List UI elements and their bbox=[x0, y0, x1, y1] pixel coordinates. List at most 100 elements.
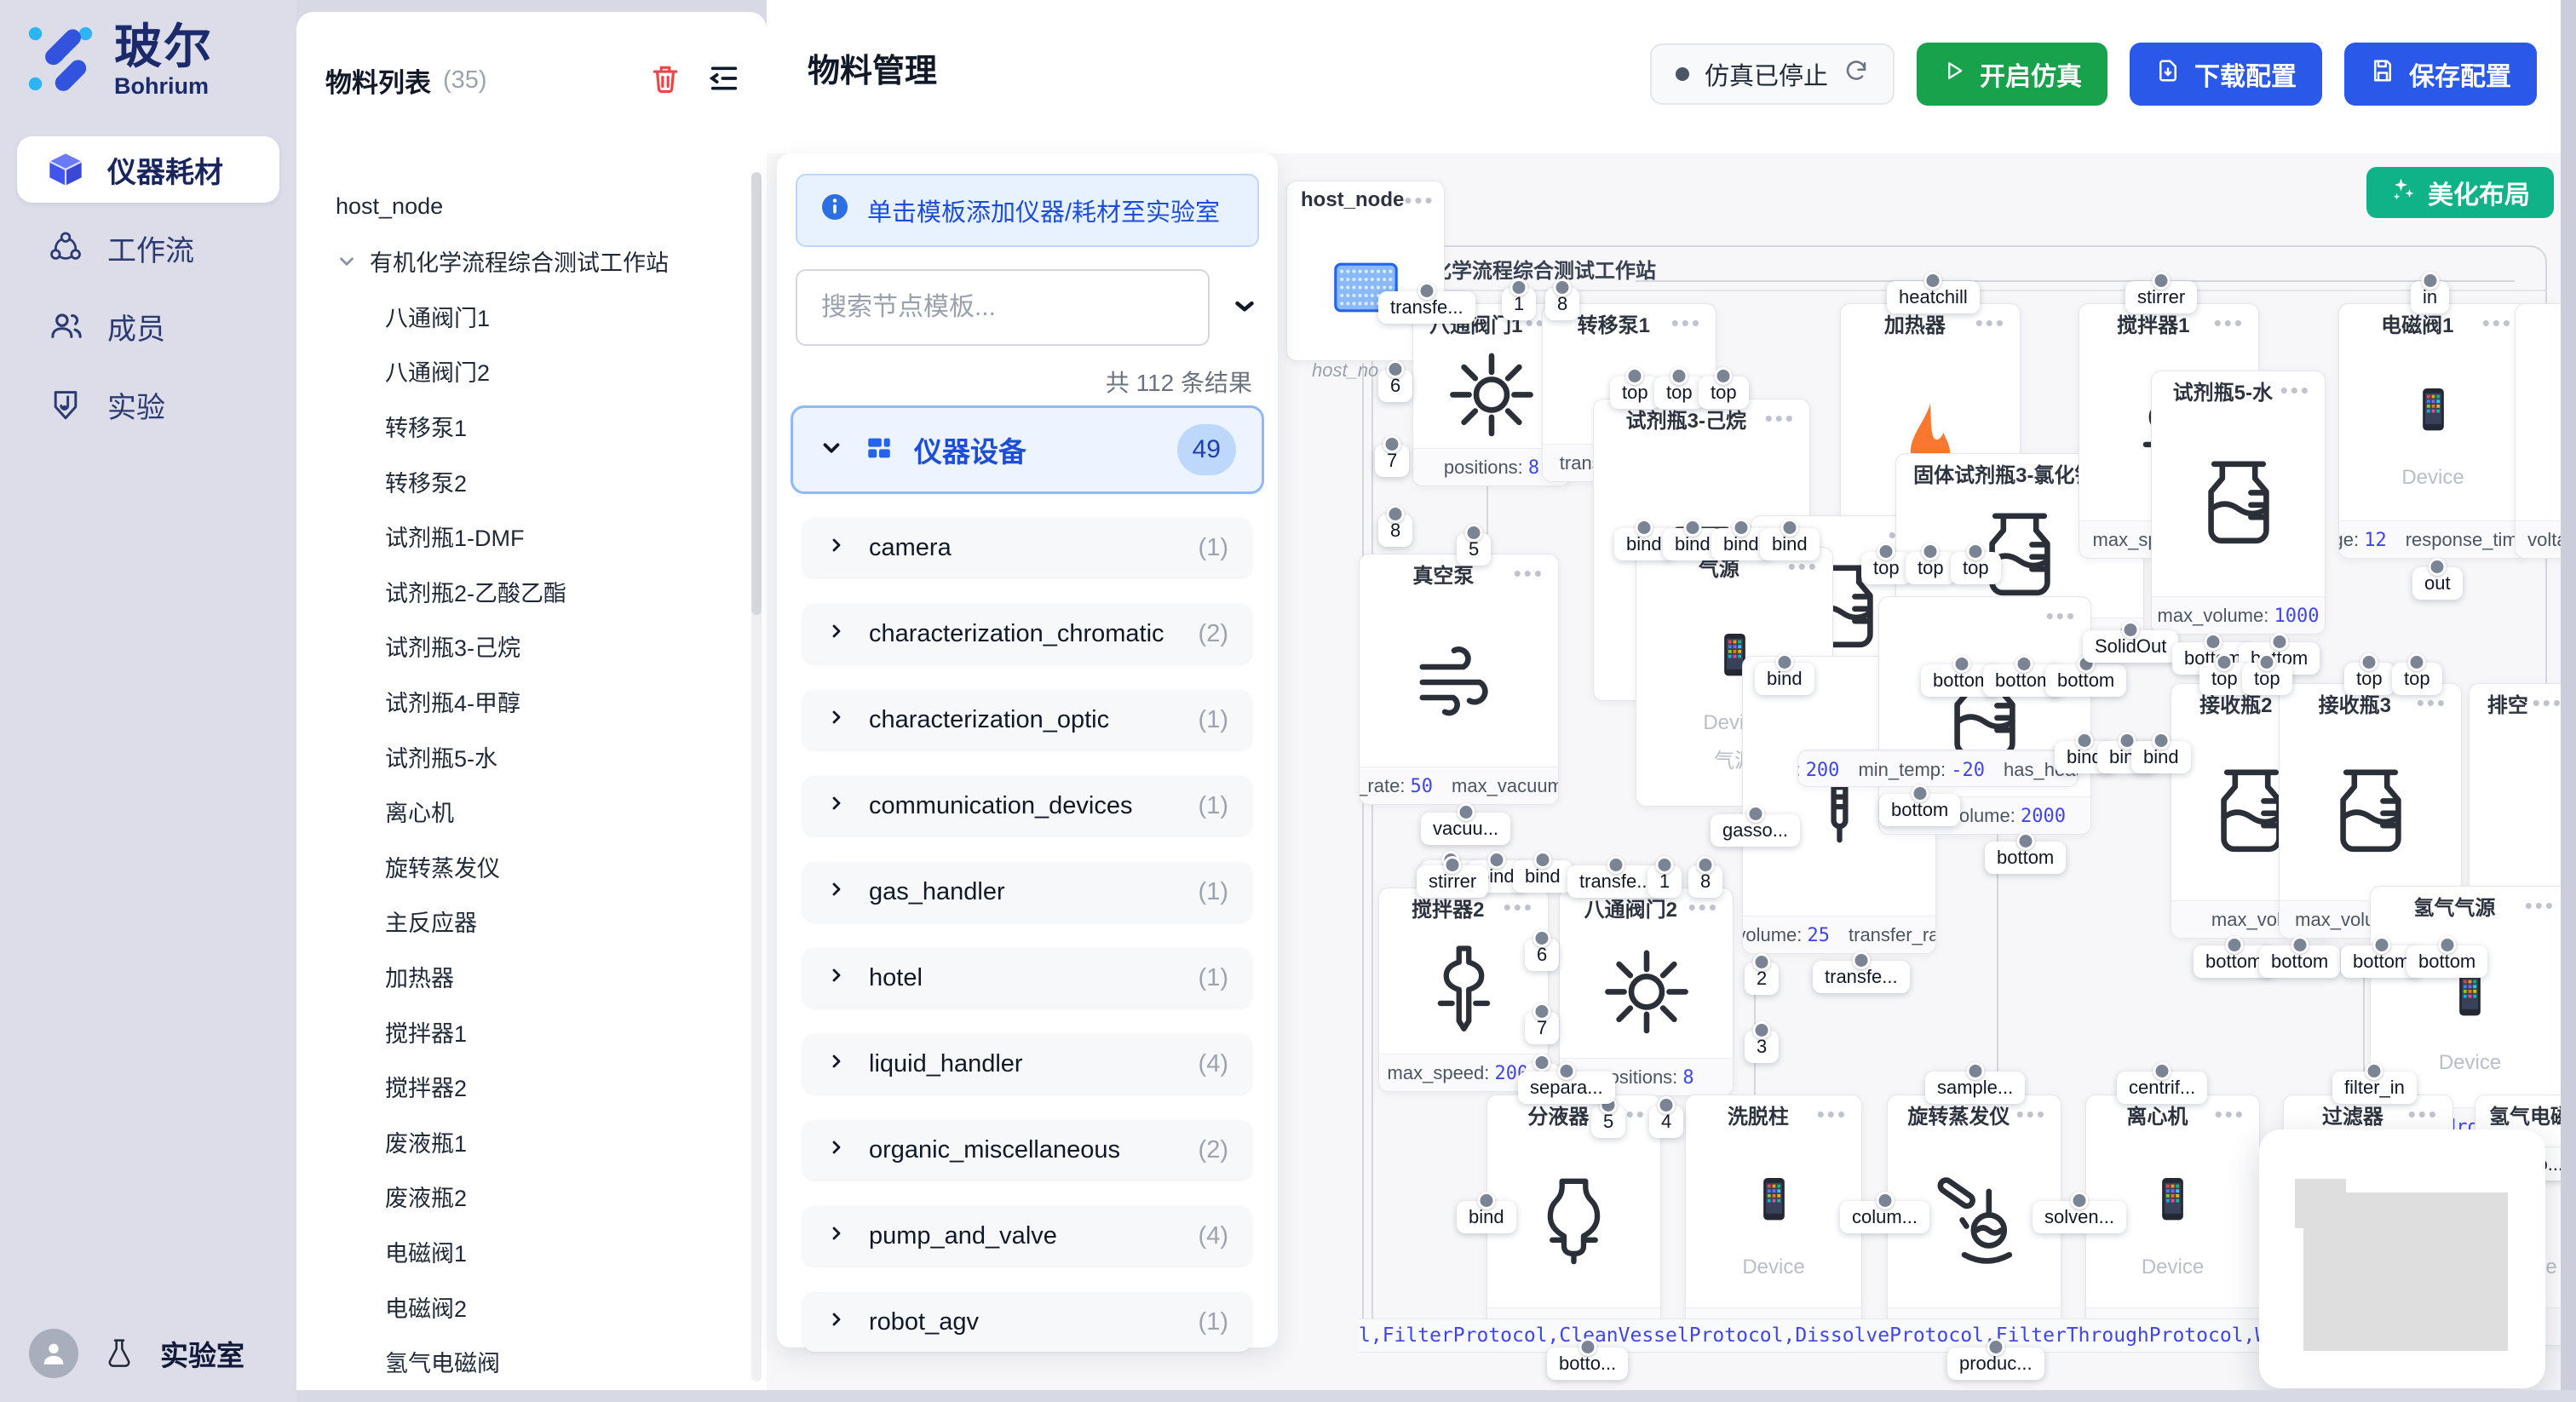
tree-item[interactable]: 废液瓶2 bbox=[385, 1173, 467, 1221]
save-config-button[interactable]: 保存配置 bbox=[2344, 43, 2537, 106]
tree-item[interactable]: 搅拌器1 bbox=[385, 1008, 467, 1055]
tree-item[interactable]: 电磁阀2 bbox=[385, 1283, 467, 1330]
node-menu-icon[interactable]: ••• bbox=[1765, 405, 1796, 432]
port-pill-botto...[interactable]: botto... bbox=[1547, 1347, 1628, 1380]
port-pill-top[interactable]: top bbox=[1610, 376, 1660, 409]
node-menu-icon[interactable]: ••• bbox=[2046, 603, 2077, 629]
port-pill-8[interactable]: 8 bbox=[1545, 288, 1579, 320]
canvas-node-真空泵[interactable]: 真空泵•••pump_rate: 50max_vacuum: 0.1 bbox=[1359, 554, 1559, 805]
category-row-pump_and_valve[interactable]: pump_and_valve(4) bbox=[802, 1206, 1252, 1266]
port-pill-sample...[interactable]: sample... bbox=[1925, 1072, 2025, 1104]
tree-item[interactable]: 离心机 bbox=[385, 788, 454, 836]
tree-item[interactable]: 电磁阀1 bbox=[385, 1227, 467, 1275]
tree-item[interactable]: 搅拌器2 bbox=[385, 1063, 467, 1111]
tree-item[interactable]: 主反应器 bbox=[385, 898, 477, 945]
port-pill-top[interactable]: top bbox=[1861, 552, 1912, 584]
tree-item[interactable]: 旋转蒸发仪 bbox=[385, 842, 500, 890]
port-pill-bottom[interactable]: bottom bbox=[1879, 794, 1960, 826]
node-canvas[interactable]: 有机化学流程综合测试工作站 美化布局 host_node•••八通阀门1•••p… bbox=[1278, 153, 2576, 1402]
node-menu-icon[interactable]: ••• bbox=[2525, 893, 2556, 919]
sidebar-item-仪器耗材[interactable]: 仪器耗材 bbox=[17, 136, 279, 203]
canvas-node-洗脱柱[interactable]: 洗脱柱•••Devicediameter: 2.5column_type: si bbox=[1685, 1095, 1862, 1346]
node-menu-icon[interactable]: ••• bbox=[2280, 377, 2311, 404]
tree-item[interactable]: 试剂瓶3-己烷 bbox=[385, 623, 520, 670]
port-pill-SolidOut[interactable]: SolidOut bbox=[2083, 630, 2178, 663]
beautify-layout-button[interactable]: 美化布局 bbox=[2366, 167, 2554, 218]
chevron-down-icon[interactable] bbox=[1230, 291, 1259, 325]
port-pill-stirrer[interactable]: stirrer bbox=[2125, 281, 2197, 313]
delete-icon[interactable] bbox=[649, 62, 681, 99]
category-row-liquid_handler[interactable]: liquid_handler(4) bbox=[802, 1034, 1252, 1094]
port-pill-bottom[interactable]: bottom bbox=[2259, 945, 2340, 978]
tree-item[interactable]: 试剂瓶1-DMF bbox=[385, 513, 525, 560]
port-pill-8[interactable]: 8 bbox=[1688, 865, 1722, 898]
tree-item[interactable]: 废液瓶1 bbox=[385, 1118, 467, 1165]
port-pill-5[interactable]: 5 bbox=[1591, 1106, 1625, 1138]
canvas-node[interactable]: : 200min_temp: -20has_heat bbox=[1797, 750, 2079, 787]
port-pill-heatchill[interactable]: heatchill bbox=[1887, 281, 1980, 313]
category-row-characterization_optic[interactable]: characterization_optic(1) bbox=[802, 690, 1252, 750]
node-menu-icon[interactable]: ••• bbox=[2533, 690, 2563, 716]
port-pill-6[interactable]: 6 bbox=[1525, 939, 1559, 971]
category-row-organic_miscellaneous[interactable]: organic_miscellaneous(2) bbox=[802, 1120, 1252, 1180]
sidebar-item-工作流[interactable]: 工作流 bbox=[17, 215, 279, 281]
port-pill-4[interactable]: 4 bbox=[1649, 1106, 1683, 1138]
port-pill-1[interactable]: 1 bbox=[1502, 288, 1536, 320]
tree-item[interactable]: 试剂瓶5-水 bbox=[385, 733, 497, 780]
port-pill-in[interactable]: in bbox=[2411, 281, 2449, 313]
canvas-node-搅拌器2[interactable]: 搅拌器2•••max_speed: 2000 bbox=[1378, 888, 1549, 1092]
node-menu-icon[interactable]: ••• bbox=[1404, 187, 1435, 214]
tree-item[interactable]: 氢气电磁阀 bbox=[385, 1338, 500, 1386]
port-pill-bottom[interactable]: bottom bbox=[2045, 664, 2126, 697]
port-pill-produc...[interactable]: produc... bbox=[1947, 1347, 2044, 1380]
port-pill-out[interactable]: out bbox=[2412, 567, 2463, 600]
lab-label[interactable]: 实验室 bbox=[160, 1333, 244, 1374]
canvas-node-电磁阀1[interactable]: 电磁阀1•••Devicevoltage: 12response_time: 0… bbox=[2338, 303, 2527, 559]
port-pill-gasso...[interactable]: gasso... bbox=[1711, 814, 1800, 847]
port-pill-5[interactable]: 5 bbox=[1457, 533, 1491, 566]
sidebar-item-成员[interactable]: 成员 bbox=[17, 293, 279, 359]
search-input[interactable] bbox=[796, 269, 1210, 346]
list-scrollbar-thumb[interactable] bbox=[751, 172, 762, 615]
node-menu-icon[interactable]: ••• bbox=[1504, 894, 1534, 921]
category-row-characterization_chromatic[interactable]: characterization_chromatic(2) bbox=[802, 604, 1252, 664]
port-pill-top[interactable]: top bbox=[1699, 376, 1749, 409]
canvas-node-试剂瓶5-水[interactable]: 试剂瓶5-水•••max_volume: 1000 bbox=[2151, 371, 2326, 635]
category-row-robot_agv[interactable]: robot_agv(1) bbox=[802, 1292, 1252, 1352]
node-menu-icon[interactable]: ••• bbox=[2215, 1101, 2245, 1128]
port-pill-bind[interactable]: bind bbox=[1457, 1201, 1516, 1233]
port-pill-top[interactable]: top bbox=[2392, 663, 2442, 695]
tree-item[interactable]: 八通阀门2 bbox=[385, 348, 490, 395]
node-menu-icon[interactable]: ••• bbox=[2482, 310, 2513, 336]
port-pill-colum...[interactable]: colum... bbox=[1840, 1201, 1929, 1233]
category-row-communication_devices[interactable]: communication_devices(1) bbox=[802, 776, 1252, 836]
canvas-node-八通阀门2[interactable]: 八通阀门2•••positions: 8 bbox=[1559, 888, 1734, 1096]
port-pill-stirrer[interactable]: stirrer bbox=[1417, 865, 1488, 898]
node-menu-icon[interactable]: ••• bbox=[2214, 310, 2245, 336]
port-pill-bind[interactable]: bind bbox=[2131, 741, 2191, 773]
node-menu-icon[interactable]: ••• bbox=[2408, 1101, 2439, 1128]
refresh-icon[interactable] bbox=[1843, 58, 1869, 90]
node-menu-icon[interactable]: ••• bbox=[1514, 560, 1544, 587]
port-pill-top[interactable]: top bbox=[1951, 552, 2001, 584]
port-pill-3[interactable]: 3 bbox=[1745, 1031, 1779, 1063]
port-pill-centrif...[interactable]: centrif... bbox=[2117, 1072, 2207, 1104]
tree-item[interactable]: 试剂瓶2-乙酸乙酯 bbox=[385, 567, 566, 615]
collapse-list-icon[interactable] bbox=[707, 61, 741, 100]
port-pill-bind[interactable]: bind bbox=[1755, 663, 1814, 695]
port-pill-6[interactable]: 6 bbox=[1378, 370, 1412, 402]
sidebar-item-实验[interactable]: 实验 bbox=[17, 371, 279, 438]
port-pill-2[interactable]: 2 bbox=[1745, 962, 1779, 995]
chevron-down-icon[interactable] bbox=[336, 250, 358, 273]
port-pill-bottom[interactable]: bottom bbox=[2406, 945, 2487, 978]
tree-item[interactable]: 八通阀门1 bbox=[385, 292, 490, 340]
tree-item[interactable]: 转移泵1 bbox=[385, 402, 467, 450]
section-instruments[interactable]: 仪器设备 49 bbox=[791, 405, 1264, 494]
port-pill-vacuu...[interactable]: vacuu... bbox=[1421, 813, 1510, 845]
port-pill-bottom[interactable]: bottom bbox=[1985, 842, 2066, 874]
node-menu-icon[interactable]: ••• bbox=[1688, 894, 1719, 921]
port-pill-transfe...[interactable]: transfe... bbox=[1813, 961, 1910, 993]
port-pill-8[interactable]: 8 bbox=[1378, 514, 1412, 547]
port-pill-7[interactable]: 7 bbox=[1375, 445, 1409, 477]
start-simulation-button[interactable]: 开启仿真 bbox=[1917, 43, 2107, 106]
